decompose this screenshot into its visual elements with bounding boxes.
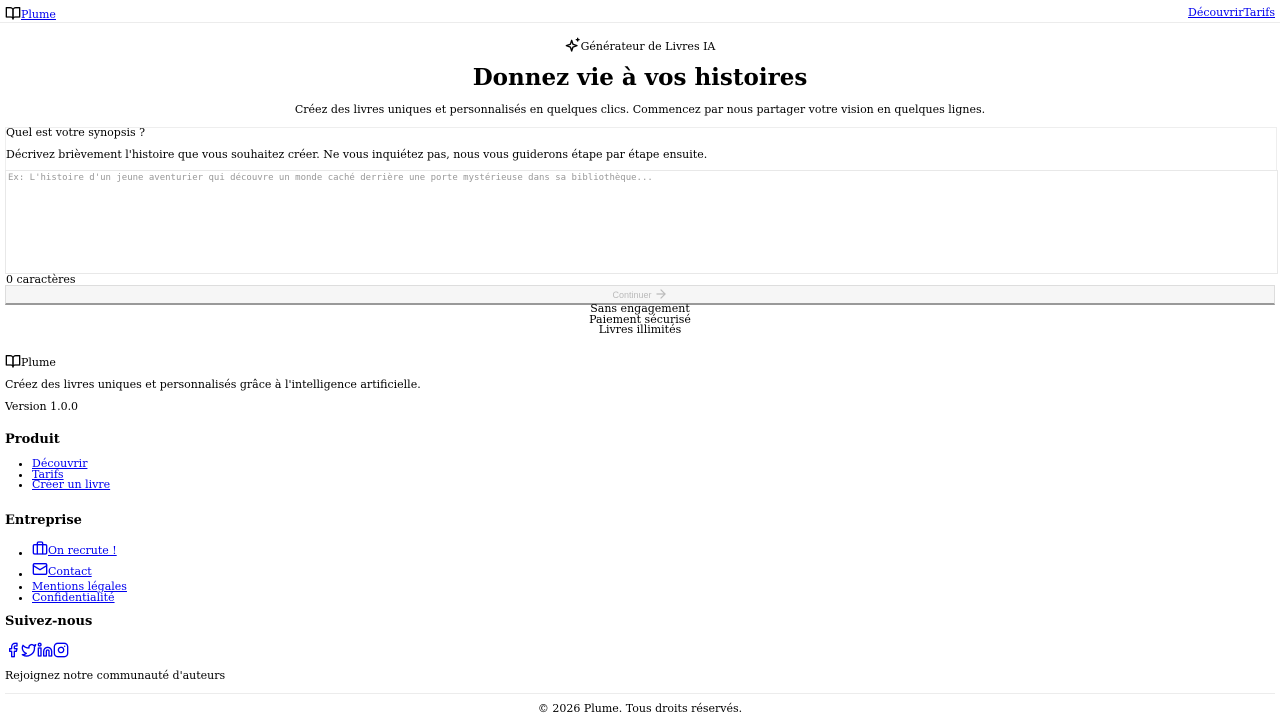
synopsis-description: Décrivez brièvement l'histoire que vous … xyxy=(6,148,708,161)
footer-link-confidentialite[interactable]: Confidentialité xyxy=(32,591,115,604)
book-icon xyxy=(5,5,21,24)
list-item: Confidentialité xyxy=(32,591,127,604)
footer-divider xyxy=(5,693,1275,694)
synopsis-input[interactable] xyxy=(5,170,1278,274)
book-icon xyxy=(5,353,21,372)
hero-subtitle: Créez des livres uniques et personnalisé… xyxy=(294,103,986,116)
footer-brand-name: Plume xyxy=(21,356,56,369)
footer-link-contact-label: Contact xyxy=(48,564,92,578)
page-title: Donnez vie à vos histoires xyxy=(472,64,808,91)
footer-tagline: Créez des livres uniques et personnalisé… xyxy=(5,378,421,391)
version-label: Version 1.0.0 xyxy=(5,400,79,413)
footer-product-links: Découvrir Tarifs Créer un livre xyxy=(32,458,110,491)
arrow-right-icon xyxy=(652,287,668,303)
footer-link-recrute-label: On recrute ! xyxy=(48,543,117,557)
footer-link-creer-livre[interactable]: Créer un livre xyxy=(32,478,110,491)
footer-company-title: Entreprise xyxy=(5,513,82,528)
perks-list: Sans engagement Paiement sécurisé Livres… xyxy=(0,303,1280,337)
footer-social-title: Suivez-nous xyxy=(5,614,93,629)
footer-product-title: Produit xyxy=(5,432,60,447)
nav-link-tarifs[interactable]: Tarifs xyxy=(1243,6,1275,19)
sparkles-icon xyxy=(565,37,581,56)
nav-link-decouvrir[interactable]: Découvrir xyxy=(1188,6,1243,19)
community-text: Rejoignez notre communauté d'auteurs xyxy=(5,669,226,682)
perk-item: Livres illimités xyxy=(598,323,682,337)
instagram-icon[interactable] xyxy=(53,642,69,658)
brand-name: Plume xyxy=(21,8,56,21)
footer-link-recrute[interactable]: On recrute ! xyxy=(32,540,117,561)
footer-company-links: On recrute ! Contact Mentions légales Co… xyxy=(32,540,127,603)
mail-icon xyxy=(32,561,48,582)
list-item: Créer un livre xyxy=(32,478,110,491)
briefcase-icon xyxy=(32,540,48,561)
continue-button-label: Continuer xyxy=(612,289,652,300)
main-nav: Découvrir Tarifs xyxy=(1188,6,1275,19)
twitter-icon[interactable] xyxy=(21,642,37,658)
copyright: © 2026 Plume. Tous droits réservés. xyxy=(537,702,743,715)
synopsis-question: Quel est votre synopsis ? xyxy=(6,126,146,139)
list-item: On recrute ! xyxy=(32,540,127,561)
social-links xyxy=(5,642,69,658)
facebook-icon[interactable] xyxy=(5,642,21,658)
linkedin-icon[interactable] xyxy=(37,642,53,658)
hero-badge-label: Générateur de Livres IA xyxy=(580,40,716,53)
footer-brand: Plume xyxy=(5,353,56,372)
brand-logo-link[interactable]: Plume xyxy=(5,5,56,24)
footer-link-contact[interactable]: Contact xyxy=(32,561,92,582)
list-item: Contact xyxy=(32,561,127,582)
hero-badge: Générateur de Livres IA xyxy=(0,37,1280,56)
site-header: Plume Découvrir Tarifs xyxy=(0,0,1280,23)
